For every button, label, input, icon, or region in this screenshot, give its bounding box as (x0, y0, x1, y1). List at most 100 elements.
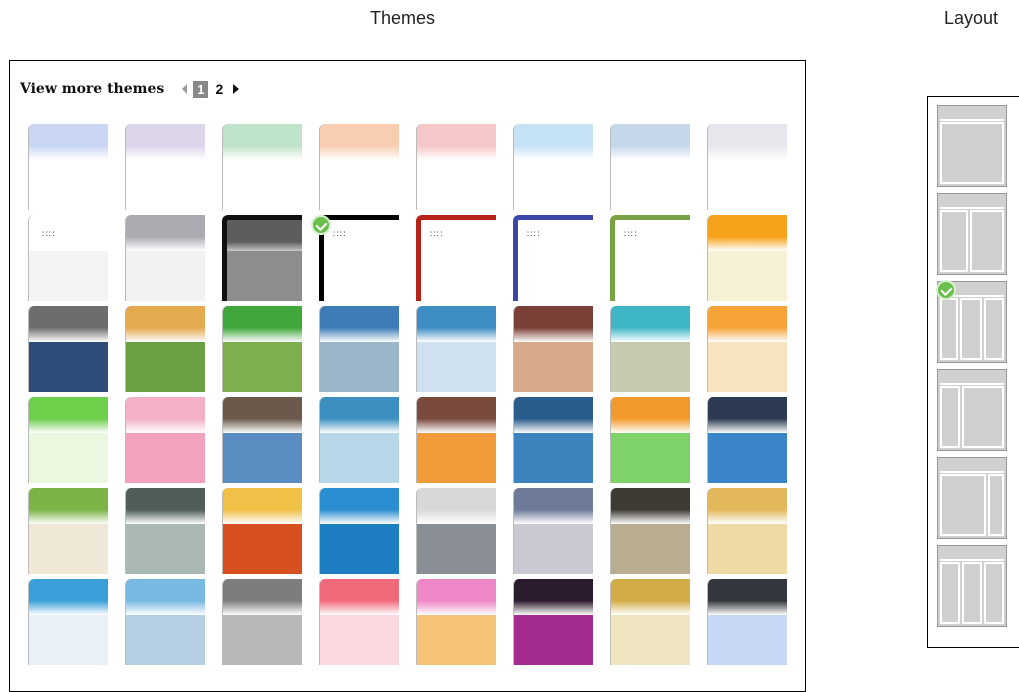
layout-column (940, 386, 960, 448)
theme-thumb-orange-cartoon[interactable] (699, 215, 787, 301)
theme-thumb-pagoda[interactable] (408, 397, 496, 483)
theme-thumb-peach[interactable] (311, 124, 399, 210)
themes-heading: Themes (370, 8, 436, 28)
theme-thumb-bulldog[interactable] (602, 488, 690, 574)
theme-thumb-strawberry[interactable] (20, 397, 108, 483)
next-page-icon[interactable] (233, 84, 240, 94)
theme-thumb-sky[interactable] (505, 124, 593, 210)
layout-option-narrow-left-wide-right[interactable] (937, 369, 1007, 451)
layout-option-single-column[interactable] (937, 105, 1007, 187)
theme-thumb-anime-orange[interactable] (699, 306, 787, 392)
theme-body-swatch (28, 160, 108, 210)
theme-pager: View more themes 1 2 (20, 79, 245, 99)
theme-body-swatch (513, 433, 593, 483)
theme-thumb-grass-bird[interactable] (117, 306, 205, 392)
theme-header-swatch (28, 488, 108, 524)
theme-thumb-lilac[interactable] (117, 124, 205, 210)
theme-header-swatch (513, 397, 593, 433)
theme-body-swatch (513, 524, 593, 574)
theme-thumb-comic[interactable] (20, 306, 108, 392)
theme-thumb-fish[interactable] (311, 488, 399, 574)
theme-header-swatch (707, 579, 787, 615)
theme-header-swatch (28, 124, 108, 160)
theme-thumb-green-field[interactable] (602, 397, 690, 483)
theme-thumb-cyclist[interactable] (311, 306, 399, 392)
theme-header-swatch (513, 306, 593, 342)
theme-thumb-teapot[interactable] (20, 488, 108, 574)
theme-thumb-rose[interactable] (408, 124, 496, 210)
theme-body-swatch (28, 342, 108, 392)
theme-thumb-blue-arrows[interactable] (117, 579, 205, 665)
layout-option-wide-left-narrow-right[interactable] (936, 280, 1007, 363)
theme-thumb-silver[interactable] (699, 124, 787, 210)
theme-thumb-lavender-blue[interactable] (20, 124, 108, 210)
layout-option-three-equal-columns[interactable] (937, 545, 1007, 627)
theme-thumb-puppies-blue[interactable] (505, 488, 593, 574)
theme-header-swatch (125, 488, 205, 524)
theme-thumb-soccer[interactable] (214, 306, 302, 392)
theme-thumb-purple-gold[interactable] (505, 579, 593, 665)
theme-thumb-mint[interactable] (214, 124, 302, 210)
theme-thumb-golden-puppies[interactable] (699, 488, 787, 574)
theme-thumb-desert-trees[interactable] (505, 306, 593, 392)
theme-header-swatch (416, 306, 496, 342)
selected-check-icon (311, 215, 331, 235)
theme-thumb-snowboard[interactable] (408, 306, 496, 392)
theme-body-swatch (125, 251, 205, 301)
theme-thumb-plain-white[interactable]: ∷∷ (20, 215, 108, 301)
theme-thumb-night-city[interactable] (505, 397, 593, 483)
theme-body-swatch (707, 251, 787, 301)
theme-body-swatch (319, 615, 399, 665)
theme-thumb-mountains[interactable] (214, 397, 302, 483)
theme-header-swatch (319, 488, 399, 524)
theme-thumb-pink-petals[interactable] (408, 579, 496, 665)
layout-column (970, 210, 1004, 272)
theme-thumb-blue-edge[interactable]: ∷∷ (505, 215, 593, 301)
theme-thumb-cats[interactable] (408, 488, 496, 574)
themes-panel: View more themes 1 2 ∷∷ ∷∷ ∷∷ ∷∷ ∷∷ (9, 60, 806, 692)
theme-body-swatch (707, 615, 787, 665)
theme-header-swatch (319, 215, 399, 256)
theme-header-swatch (125, 215, 205, 251)
theme-thumb-black-edge[interactable]: ∷∷ (311, 215, 399, 301)
theme-header-swatch (707, 397, 787, 433)
theme-body-swatch (125, 524, 205, 574)
theme-header-swatch (707, 215, 787, 251)
theme-header-swatch (222, 215, 302, 256)
layout-option-wide-left-two-narrow[interactable] (937, 457, 1007, 539)
theme-thumb-gold-pattern[interactable] (602, 579, 690, 665)
page-2-button[interactable]: 2 (215, 81, 223, 97)
theme-thumb-red-edge[interactable]: ∷∷ (408, 215, 496, 301)
theme-thumb-hearts[interactable] (311, 579, 399, 665)
theme-body-swatch (125, 433, 205, 483)
dots-icon: ∷∷ (42, 229, 56, 239)
theme-thumb-clouds[interactable] (699, 397, 787, 483)
theme-thumb-steel-blue[interactable] (602, 124, 690, 210)
theme-header-swatch (707, 488, 787, 524)
page-1-button[interactable]: 1 (193, 80, 209, 98)
theme-thumb-coral[interactable] (214, 488, 302, 574)
theme-body-swatch (610, 524, 690, 574)
theme-header-swatch (513, 488, 593, 524)
theme-thumb-grey[interactable] (117, 215, 205, 301)
layout-option-two-column-left[interactable] (937, 193, 1007, 275)
view-more-themes-link[interactable]: View more themes (20, 81, 164, 97)
theme-body-swatch (416, 433, 496, 483)
theme-thumb-black-frame[interactable] (214, 215, 302, 301)
theme-body-swatch (222, 251, 302, 301)
theme-thumb-pink-stars[interactable] (117, 397, 205, 483)
theme-thumb-starfish[interactable] (117, 488, 205, 574)
theme-body-swatch (416, 251, 496, 301)
theme-thumb-city-tower[interactable] (311, 397, 399, 483)
theme-thumb-green-edge[interactable]: ∷∷ (602, 215, 690, 301)
theme-thumb-graffiti[interactable] (20, 579, 108, 665)
theme-header-swatch (222, 306, 302, 342)
theme-thumb-blue-circles[interactable] (699, 579, 787, 665)
theme-header-swatch (125, 579, 205, 615)
theme-header-swatch (28, 579, 108, 615)
theme-body-swatch (610, 342, 690, 392)
theme-thumb-mosaic[interactable] (602, 306, 690, 392)
prev-page-icon[interactable] (182, 84, 188, 94)
dots-icon: ∷∷ (333, 229, 347, 239)
theme-thumb-grey-arrows[interactable] (214, 579, 302, 665)
